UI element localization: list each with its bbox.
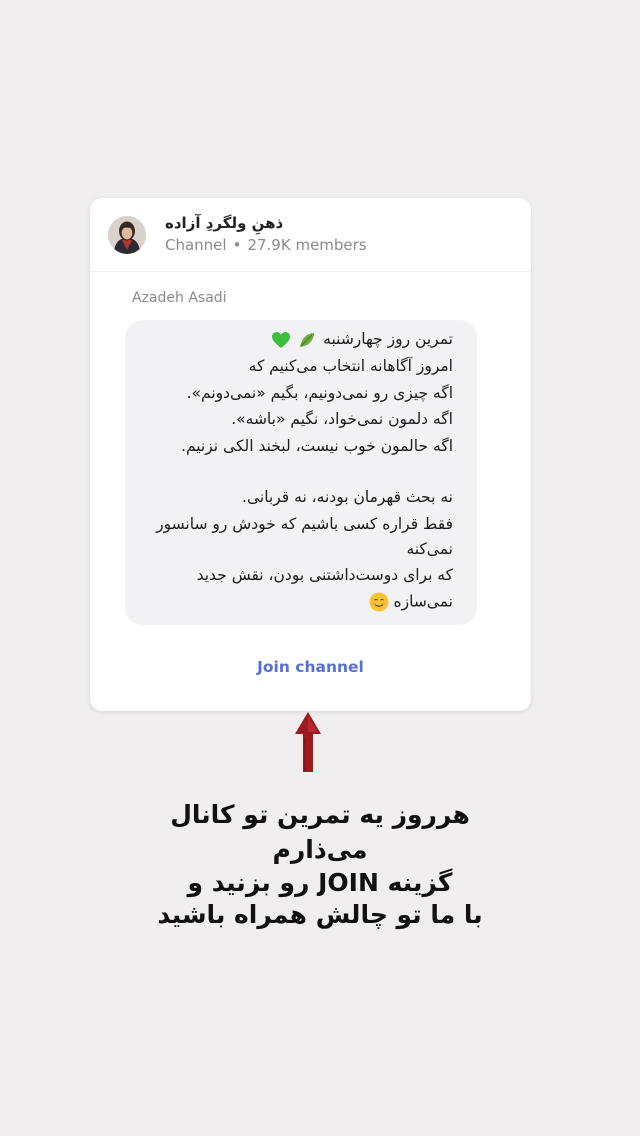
arrow-up-icon [295, 712, 321, 772]
message-line-9: که برای دوست‌داشتنی بودن، نقش جدید [196, 566, 453, 584]
join-channel-button[interactable]: Join channel [90, 658, 531, 676]
caption-line-1: هرروز یه تمرین تو کانال [170, 800, 470, 829]
channel-meta: Channel • 27.9K members [165, 236, 367, 254]
caption-line-3: گزینه JOIN رو بزنید و [187, 868, 453, 897]
message-line-1: تمرین روز چهارشنبه [271, 330, 453, 349]
message-line-6: نه بحث قهرمان بودنه، نه قربانی. [242, 488, 453, 506]
message-line-10: نمی‌سازه [369, 592, 453, 612]
channel-header[interactable]: ذهنِ ولگردِ آزاده Channel • 27.9K members [90, 198, 531, 272]
separator-dot: • [232, 236, 242, 254]
message-line-5: اگه حالمون خوب نیست، لبخند الکی نزنیم. [181, 437, 453, 455]
channel-avatar[interactable] [108, 216, 146, 254]
channel-type: Channel [165, 236, 227, 254]
post-sender: Azadeh Asadi [132, 290, 227, 306]
message-line-3: اگه چیزی رو نمی‌دونیم، بگیم «نمی‌دونم». [186, 384, 453, 402]
message-text: نمی‌سازه [393, 592, 453, 611]
message-line-8: نمی‌کنه [406, 540, 453, 558]
channel-preview-card: ذهنِ ولگردِ آزاده Channel • 27.9K members … [90, 198, 531, 711]
smiling-face-icon [369, 592, 389, 612]
message-text: تمرین روز چهارشنبه [323, 330, 453, 348]
message-line-7: فقط قراره کسی باشیم که خودش رو سانسور [156, 515, 453, 533]
message-line-4: اگه دلمون نمی‌خواد، نگیم «باشه». [231, 410, 453, 428]
caption-line-4: با ما تو چالش همراه باشید [157, 900, 483, 929]
caption-line-2: می‌ذارم [272, 835, 368, 864]
green-heart-icon [272, 331, 291, 348]
herb-icon [300, 332, 315, 347]
channel-name[interactable]: ذهنِ ولگردِ آزاده [165, 214, 283, 232]
message-bubble: تمرین روز چهارشنبه امروز آگاهانه انتخاب … [125, 320, 477, 625]
member-count: 27.9K members [247, 236, 367, 254]
message-line-2: امروز آگاهانه انتخاب می‌کنیم که [248, 357, 453, 375]
